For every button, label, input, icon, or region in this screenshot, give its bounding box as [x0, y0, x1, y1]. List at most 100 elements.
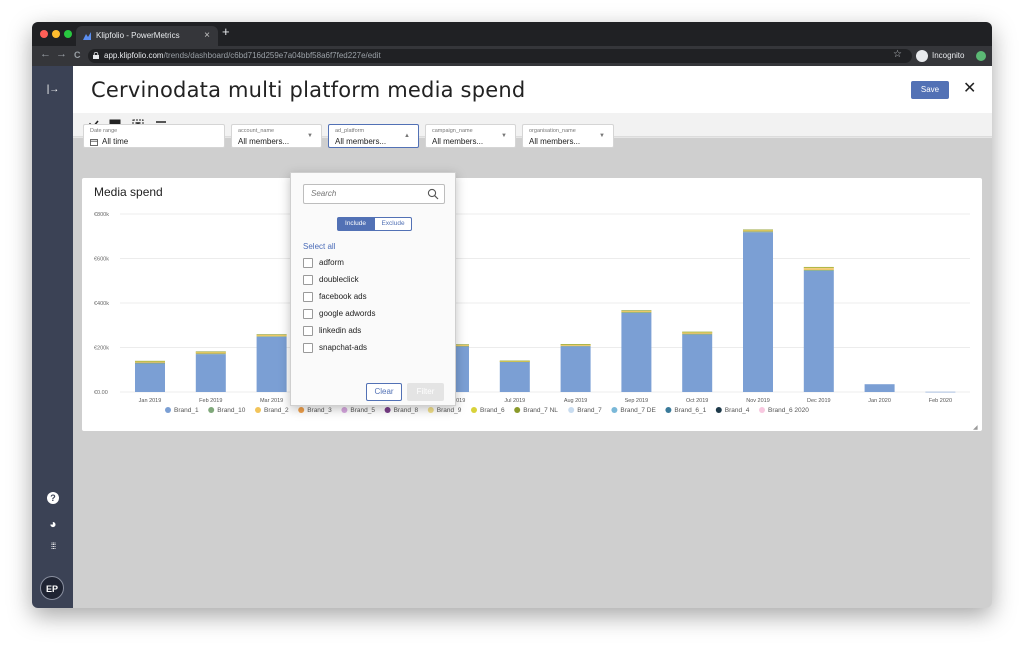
- chevron-down-icon: ▼: [501, 133, 507, 139]
- legend-label: Brand_5: [350, 407, 375, 414]
- browser-tab[interactable]: Klipfolio - PowerMetrics ×: [76, 26, 218, 46]
- filter-label: Date range: [90, 128, 118, 134]
- option-label: adform: [319, 258, 344, 267]
- checkbox[interactable]: [303, 309, 313, 319]
- legend-label: Brand_9: [437, 407, 462, 414]
- expand-sidebar-icon[interactable]: |→: [45, 84, 61, 95]
- apps-grid-icon[interactable]: ⁞⁞⁞: [45, 541, 61, 551]
- avatar[interactable]: EP: [40, 576, 64, 600]
- exclude-toggle[interactable]: Exclude: [374, 217, 412, 231]
- extension-icon[interactable]: [976, 51, 986, 61]
- back-arrow-icon[interactable]: ←: [40, 48, 51, 60]
- forward-arrow-icon[interactable]: →: [56, 48, 67, 60]
- legend-label: Brand_6 2020: [768, 407, 809, 414]
- checkbox[interactable]: [303, 326, 313, 336]
- reload-icon[interactable]: C: [74, 50, 81, 60]
- option-linkedin-ads[interactable]: linkedin ads: [303, 326, 443, 338]
- legend-label: Brand_2: [264, 407, 289, 414]
- legend-swatch: [665, 407, 672, 413]
- maximize-window-button[interactable]: [64, 30, 72, 38]
- option-label: snapchat-ads: [319, 343, 368, 352]
- legend-swatch: [165, 407, 171, 413]
- chevron-down-icon: ▼: [599, 133, 605, 139]
- bar-segment: [682, 334, 713, 392]
- filter-label: campaign_name: [432, 128, 473, 134]
- save-button[interactable]: Save: [911, 81, 949, 99]
- filter-label: organisation_name: [529, 128, 576, 134]
- filter-date-range[interactable]: Date range All time: [83, 124, 225, 148]
- filter-value: All members...: [432, 137, 484, 146]
- minimize-window-button[interactable]: [52, 30, 60, 38]
- option-adform[interactable]: adform: [303, 258, 443, 270]
- close-icon[interactable]: ✕: [963, 78, 976, 98]
- resize-handle-icon[interactable]: ◢: [973, 424, 978, 431]
- filter-account-name[interactable]: account_name All members... ▼: [231, 124, 322, 148]
- x-tick-label: Nov 2019: [746, 398, 770, 404]
- y-tick-label: €0.00: [94, 390, 108, 396]
- filter-ad-platform[interactable]: ad_platform All members... ▲: [328, 124, 419, 148]
- checkbox[interactable]: [303, 275, 313, 285]
- option-label: linkedin ads: [319, 326, 362, 335]
- filter-organisation-name[interactable]: organisation_name All members... ▼: [522, 124, 614, 148]
- legend-swatch: [471, 407, 477, 413]
- checkbox[interactable]: [303, 292, 313, 302]
- search-placeholder: Search: [311, 189, 337, 198]
- y-tick-label: €400k: [94, 301, 109, 307]
- legend-swatch: [715, 407, 722, 413]
- incognito-icon: [916, 50, 928, 62]
- palette-icon[interactable]: ◕: [45, 517, 61, 531]
- bar-segment: [925, 391, 956, 393]
- bar-segment: [256, 334, 287, 335]
- bar-segment: [135, 363, 165, 392]
- help-icon[interactable]: ?: [47, 492, 59, 504]
- x-tick-label: Jul 2019: [504, 398, 525, 404]
- clear-button[interactable]: Clear: [366, 383, 402, 401]
- bar-segment: [135, 360, 165, 362]
- bar-segment: [560, 346, 591, 392]
- option-snapchat-ads[interactable]: snapchat-ads: [303, 343, 443, 355]
- checkbox[interactable]: [303, 258, 313, 268]
- x-tick-label: Oct 2019: [686, 398, 708, 404]
- lock-icon: [93, 52, 99, 59]
- filter-button[interactable]: Filter: [407, 383, 444, 401]
- ad-platform-dropdown: Search Include Exclude Select all adform…: [290, 172, 456, 406]
- option-doubleclick[interactable]: doubleclick: [303, 275, 443, 287]
- checkbox[interactable]: [303, 343, 313, 353]
- y-tick-label: €600k: [94, 257, 109, 263]
- chevron-down-icon: ▼: [307, 133, 313, 139]
- incognito-indicator[interactable]: Incognito: [916, 49, 964, 63]
- legend-label: Brand_8: [394, 407, 419, 414]
- legend-label: Brand_4: [725, 407, 750, 414]
- legend-label: Brand_10: [217, 407, 246, 414]
- search-input[interactable]: Search: [303, 184, 445, 204]
- page-header: Cervinodata multi platform media spend S…: [73, 66, 992, 113]
- legend-swatch: [255, 407, 261, 413]
- url-path: /trends/dashboard/c6bd716d259e7a04bbf58a…: [163, 51, 381, 60]
- option-label: google adwords: [319, 309, 376, 318]
- x-tick-label: Feb 2020: [929, 398, 952, 404]
- select-all-link[interactable]: Select all: [303, 242, 335, 251]
- x-tick-label: Aug 2019: [564, 398, 588, 404]
- address-bar[interactable]: app.klipfolio.com/trends/dashboard/c6bd7…: [88, 49, 912, 63]
- bar-segment: [499, 360, 530, 362]
- bar-segment: [256, 336, 287, 337]
- legend-label: Brand_6: [480, 407, 505, 414]
- bar-segment: [803, 269, 834, 271]
- x-tick-label: Feb 2019: [199, 398, 222, 404]
- option-facebook-ads[interactable]: facebook ads: [303, 292, 443, 304]
- new-tab-button[interactable]: +: [222, 24, 230, 39]
- bookmark-star-icon[interactable]: ☆: [893, 49, 902, 60]
- legend-swatch: [611, 407, 618, 413]
- url-host: app.klipfolio.com: [104, 51, 164, 60]
- include-toggle[interactable]: Include: [337, 217, 374, 231]
- bar-segment: [256, 336, 287, 392]
- close-window-button[interactable]: [40, 30, 48, 38]
- filter-value: All members...: [335, 137, 387, 146]
- x-tick-label: Jan 2020: [868, 398, 891, 404]
- filter-campaign-name[interactable]: campaign_name All members... ▼: [425, 124, 516, 148]
- media-spend-chart: €0.00 €200k €400k €600k €800k Jan 2019 Feb 201…: [94, 212, 970, 414]
- option-google-adwords[interactable]: google adwords: [303, 309, 443, 321]
- bar-segment: [803, 268, 834, 270]
- tab-close-icon[interactable]: ×: [204, 26, 210, 46]
- page-title: Cervinodata multi platform media spend: [91, 78, 526, 102]
